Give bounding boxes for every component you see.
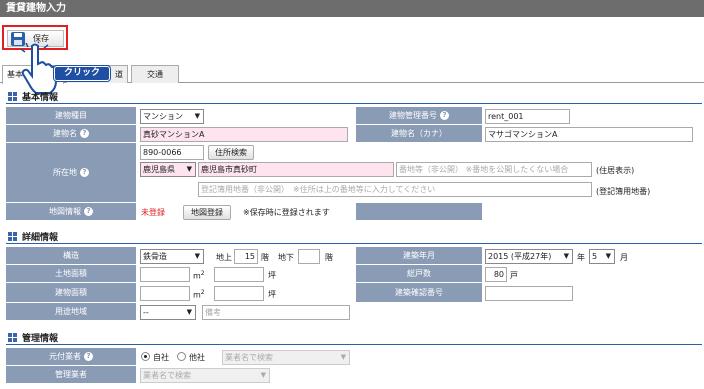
registry-label: (登記簿用地番): [596, 187, 651, 196]
m2-unit: m2: [193, 289, 205, 300]
zone-note-input[interactable]: 備考: [202, 305, 350, 320]
map-note: ※保存時に登録されます: [243, 208, 330, 217]
agent-label: 元付業者?: [6, 348, 136, 366]
section-mgmt: 管理情報: [8, 331, 58, 344]
zone-label: 用途地域: [6, 303, 136, 321]
agent-search-select[interactable]: 業者名で検索 ▼: [222, 350, 350, 365]
structure-select[interactable]: 鉄骨造 ▼: [140, 249, 204, 264]
city-input[interactable]: 鹿児島市真砂町: [198, 162, 394, 177]
map-register-button[interactable]: 地図登録: [183, 205, 231, 220]
permit-label: 建築確認番号: [356, 283, 482, 303]
manager-search-select[interactable]: 業者名で検索 ▼: [140, 368, 270, 383]
help-icon[interactable]: ?: [80, 168, 89, 177]
section-grid-icon: [8, 232, 17, 241]
land-area-label: 土地面積: [6, 265, 136, 283]
manager-label: 管理業者: [6, 366, 136, 384]
section-grid-icon: [8, 92, 17, 101]
section-detail: 詳細情報: [8, 230, 58, 243]
permit-input[interactable]: [485, 286, 573, 301]
mgmt-no-label: 建物管理番号?: [356, 107, 482, 125]
section-detail-title: 詳細情報: [22, 233, 59, 243]
section-basic-title: 基本情報: [22, 93, 59, 103]
zone-select[interactable]: -- ▼: [140, 305, 196, 320]
map-status: 未登録: [141, 208, 165, 217]
month-unit: 月: [620, 253, 628, 262]
year-select[interactable]: 2015 (平成27年) ▼: [485, 249, 573, 264]
building-area-tsubo-input[interactable]: [214, 286, 264, 301]
address-label: 所在地?: [6, 143, 136, 203]
address-search-button[interactable]: 住所検索: [208, 145, 254, 160]
above-floors-input[interactable]: 15: [234, 249, 258, 264]
section-mgmt-title: 管理情報: [22, 334, 59, 344]
help-icon[interactable]: ?: [84, 207, 93, 216]
tsubo-unit: 坪: [268, 290, 276, 299]
land-area-tsubo-input[interactable]: [214, 267, 264, 282]
registry-input[interactable]: 登記簿用地番（非公開） ※住所は上の番地等に入力してください: [198, 182, 592, 197]
land-area-m2-input[interactable]: [140, 267, 190, 282]
built-label: 建築年月: [356, 247, 482, 265]
type-label: 建物種目: [6, 107, 136, 125]
below-label: 地下: [278, 253, 294, 262]
section-grid-icon: [8, 333, 17, 342]
tsubo-unit: 坪: [268, 271, 276, 280]
tab-road-label: 道: [115, 70, 123, 79]
agent-own-label: 自社: [153, 353, 169, 362]
above-label: 地上: [216, 253, 232, 262]
section-divider: [6, 243, 702, 244]
section-divider: [6, 103, 702, 104]
name-input[interactable]: 真砂マンションA: [140, 127, 348, 142]
street-input[interactable]: 番地等（非公開） ※番地を公開したくない場合: [396, 162, 592, 177]
type-select[interactable]: マンション ▼: [140, 109, 204, 124]
units-input[interactable]: 80: [485, 267, 507, 282]
month-select[interactable]: 5 ▼: [589, 249, 615, 264]
section-basic: 基本情報: [8, 90, 58, 103]
kana-input[interactable]: マサゴマンションA: [485, 127, 693, 142]
section-divider: [6, 344, 702, 345]
display-label: (住居表示): [596, 166, 635, 175]
floor-unit: 階: [325, 253, 333, 262]
agent-own-radio[interactable]: [141, 352, 150, 361]
help-icon[interactable]: ?: [84, 352, 93, 361]
building-area-m2-input[interactable]: [140, 286, 190, 301]
help-icon[interactable]: ?: [440, 111, 449, 120]
floor-unit: 階: [261, 253, 269, 262]
units-unit: 戸: [510, 271, 518, 280]
empty-label: [356, 203, 482, 221]
click-badge: クリック: [54, 66, 110, 81]
help-icon[interactable]: ?: [80, 129, 89, 138]
zip-input[interactable]: 890-0066: [140, 145, 204, 160]
mgmt-no-input[interactable]: rent_001: [485, 109, 570, 124]
window-title: 賃貸建物入力: [0, 0, 704, 17]
agent-other-label: 他社: [189, 353, 205, 362]
structure-label: 構造: [6, 247, 136, 265]
pointer-hand-icon: [20, 42, 57, 94]
building-area-label: 建物面積: [6, 283, 136, 303]
tab-transport[interactable]: 交通: [131, 65, 179, 83]
m2-unit: m2: [193, 270, 205, 281]
tab-transport-label: 交通: [147, 70, 163, 79]
name-label: 建物名?: [6, 125, 136, 143]
below-floors-input[interactable]: [298, 249, 320, 264]
year-unit: 年: [577, 253, 585, 262]
agent-other-radio[interactable]: [177, 352, 186, 361]
map-label: 地図情報?: [6, 203, 136, 221]
prefecture-select[interactable]: 鹿児島県 ▼: [140, 162, 196, 177]
units-label: 総戸数: [356, 265, 482, 283]
kana-label: 建物名（カナ）: [356, 125, 482, 143]
